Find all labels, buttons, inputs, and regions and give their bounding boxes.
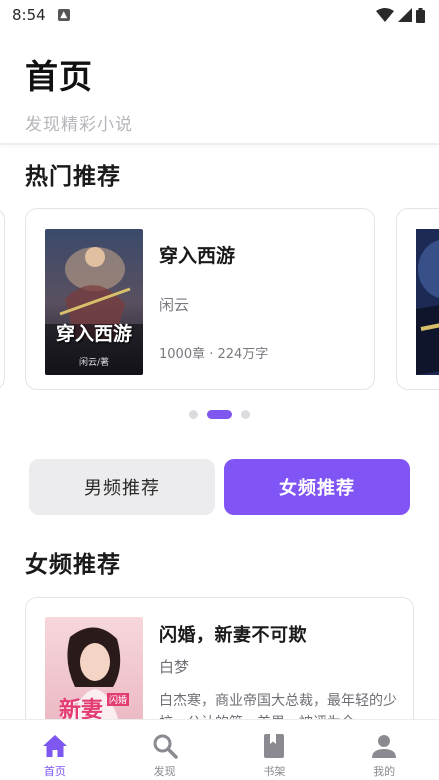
page-title: 首页 (25, 57, 93, 96)
male-recommend-button[interactable]: 男频推荐 (29, 459, 215, 515)
nav-label-home: 首页 (43, 765, 66, 778)
book-cover-art (45, 229, 143, 375)
next-book-cover (416, 229, 439, 375)
home-icon (41, 732, 69, 760)
next-book-cover-art (416, 229, 439, 375)
battery-icon (416, 7, 425, 23)
nav-label-mine: 我的 (373, 765, 396, 778)
status-icons (376, 7, 425, 23)
carousel-dot-active[interactable] (207, 410, 232, 419)
notification-app-icon: ▲ (57, 9, 70, 21)
page-header: 首页 发现精彩小说 (25, 50, 133, 135)
status-bar: 8:54 ▲ (0, 0, 439, 30)
person-icon (370, 732, 398, 760)
female-recommend-button[interactable]: 女频推荐 (224, 459, 410, 515)
cover-title-text: 穿入西游 (55, 323, 132, 345)
female-section-title: 女频推荐 (25, 552, 121, 578)
book-cover: 穿入西游 闲云/著 (45, 229, 143, 375)
header-divider (0, 143, 439, 145)
cover-author-text: 闲云/著 (78, 358, 110, 368)
book-icon (260, 732, 288, 760)
nav-item-discover[interactable]: 发现 (110, 720, 220, 780)
nav-item-bookshelf[interactable]: 书架 (220, 720, 330, 780)
hot-carousel[interactable]: 穿入西游 闲云/著 穿入西游 闲云 1000章 · 224万字 (0, 208, 439, 391)
wifi-icon (376, 8, 394, 22)
nav-label-discover: 发现 (153, 765, 176, 778)
nav-item-mine[interactable]: 我的 (329, 720, 439, 780)
book-title: 穿入西游 (159, 245, 236, 267)
book-meta: 1000章 · 224万字 (159, 347, 269, 362)
nav-label-bookshelf: 书架 (263, 765, 286, 778)
list-book-author: 白梦 (159, 658, 190, 676)
hot-section-title: 热门推荐 (25, 164, 121, 190)
carousel-card-next[interactable] (396, 208, 439, 390)
signal-icon (398, 8, 412, 22)
bottom-nav: 首页 发现 书架 我的 (0, 719, 439, 780)
list-item[interactable]: 新妻 闪婚 闪婚，新妻不可欺 白梦 白杰寒，商业帝国大总裁，最年轻的少校，公认的… (25, 597, 414, 737)
carousel-dot[interactable] (189, 410, 198, 419)
status-time: 8:54 (12, 6, 46, 24)
carousel-dot[interactable] (241, 410, 250, 419)
search-icon (151, 732, 179, 760)
list-cover-badge-text: 闪婚 (107, 693, 130, 706)
nav-item-home[interactable]: 首页 (0, 720, 110, 780)
book-author: 闲云 (159, 296, 190, 314)
carousel-indicator (0, 410, 439, 419)
carousel-card-featured[interactable]: 穿入西游 闲云/著 穿入西游 闲云 1000章 · 224万字 (25, 208, 375, 390)
carousel-card-prev[interactable] (0, 208, 5, 390)
list-book-title: 闪婚，新妻不可欺 (159, 625, 307, 646)
page-subtitle: 发现精彩小说 (25, 115, 133, 135)
